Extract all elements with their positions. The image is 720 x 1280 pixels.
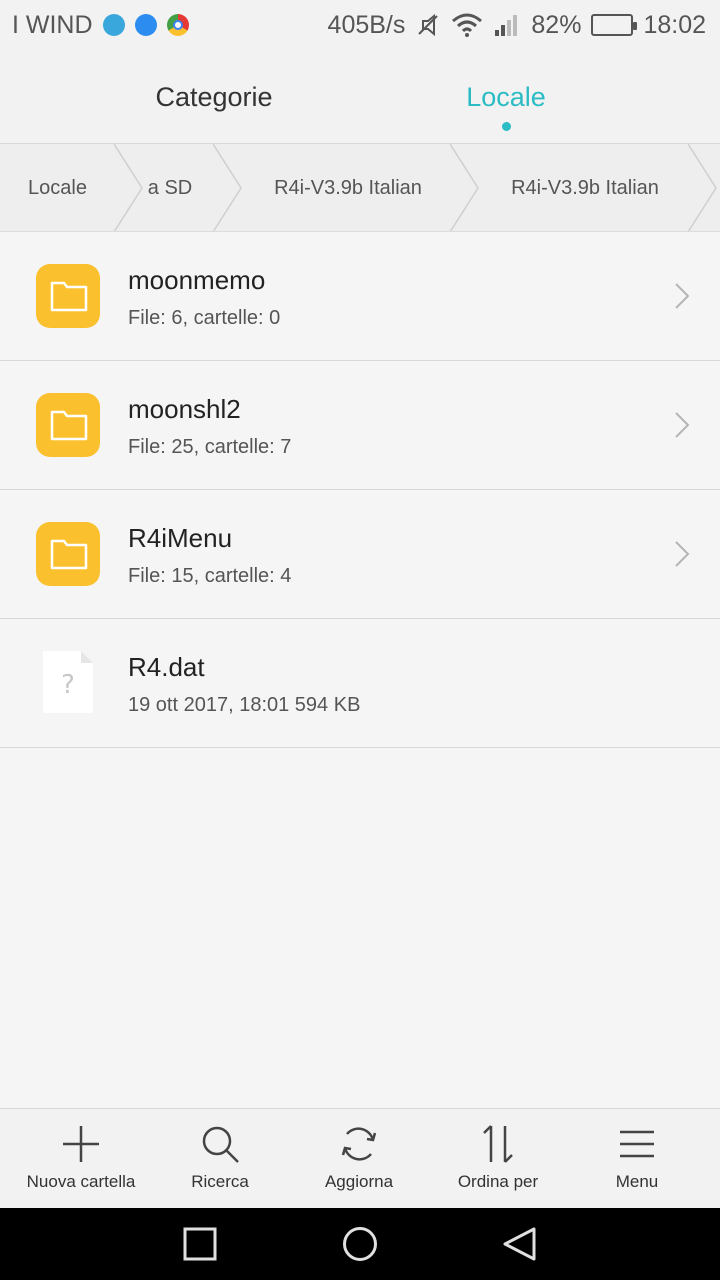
refresh-label: Aggiorna — [324, 1172, 394, 1191]
svg-text:?: ? — [61, 670, 75, 700]
new-folder-button[interactable]: Nuova cartella — [9, 1109, 153, 1209]
item-detail: File: 6, cartelle: 0 — [128, 307, 281, 329]
home-icon[interactable] — [342, 1226, 378, 1262]
file-list: moonmemo File: 6, cartelle: 0 moonshl2 F… — [0, 232, 720, 748]
list-item[interactable]: R4iMenu File: 15, cartelle: 4 — [0, 490, 720, 619]
clock: 18:02 — [643, 10, 706, 39]
breadcrumb-item-locale[interactable]: Locale — [0, 144, 115, 231]
tab-bar: Categorie Locale — [0, 50, 720, 144]
search-icon — [202, 1126, 239, 1163]
item-name: R4iMenu — [128, 523, 233, 553]
system-nav-bar — [0, 1208, 720, 1280]
folder-icon — [36, 393, 100, 457]
breadcrumb: Locale a SD R4i-V3.9b Italian R4i-V3.9b … — [0, 144, 720, 232]
signal-icon — [495, 15, 518, 36]
menu-button[interactable]: Menu — [565, 1109, 709, 1209]
back-icon[interactable] — [502, 1226, 538, 1262]
item-detail: File: 25, cartelle: 7 — [128, 436, 292, 458]
item-detail: File: 15, cartelle: 4 — [128, 565, 292, 587]
breadcrumb-label: R4i-V3.9b Italian — [274, 176, 422, 199]
breadcrumb-label: R4i-V3.9b Italian — [511, 176, 659, 199]
battery-percent: 82% — [531, 10, 582, 39]
tab-locale-label: Locale — [466, 81, 546, 112]
telegram-icon — [102, 14, 125, 36]
recents-icon[interactable] — [182, 1226, 218, 1262]
breadcrumb-item-folder-2[interactable]: R4i-V3.9b Italian — [485, 144, 685, 231]
sort-icon — [483, 1125, 513, 1163]
breadcrumb-separator-icon — [688, 144, 717, 231]
chevron-right-icon — [675, 283, 690, 309]
tab-locale[interactable]: Locale — [396, 50, 616, 144]
refresh-button[interactable]: Aggiorna — [287, 1109, 431, 1209]
menu-label: Menu — [615, 1172, 659, 1191]
item-name: moonmemo — [128, 265, 266, 295]
carrier-label: I WIND — [12, 10, 93, 39]
breadcrumb-label: Locale — [28, 176, 87, 199]
menu-icon — [620, 1130, 654, 1158]
mute-icon — [418, 13, 439, 37]
active-tab-indicator — [501, 122, 511, 131]
new-folder-label: Nuova cartella — [26, 1172, 136, 1191]
list-item[interactable]: ? R4.dat 19 ott 2017, 18:01 594 KB — [0, 619, 720, 748]
tab-categorie-label: Categorie — [155, 81, 273, 112]
wifi-icon — [452, 13, 483, 37]
messenger-icon — [134, 14, 157, 36]
sort-label: Ordina per — [457, 1172, 539, 1191]
tab-categorie[interactable]: Categorie — [104, 50, 324, 144]
chevron-right-icon — [675, 412, 690, 438]
refresh-icon — [341, 1127, 377, 1161]
battery-icon — [591, 14, 638, 36]
bottom-toolbar: Nuova cartella Ricerca Aggiorna Ordina p… — [0, 1108, 720, 1208]
breadcrumb-label: a SD — [147, 176, 193, 199]
breadcrumb-separator-icon — [450, 144, 479, 231]
sort-button[interactable]: Ordina per — [426, 1109, 570, 1209]
chevron-right-icon — [675, 541, 690, 567]
folder-icon — [36, 522, 100, 586]
chrome-icon — [166, 14, 189, 36]
item-detail: 19 ott 2017, 18:01 594 KB — [128, 694, 361, 716]
item-name: moonshl2 — [128, 394, 241, 424]
breadcrumb-separator-icon — [213, 144, 242, 231]
plus-icon — [63, 1126, 99, 1162]
breadcrumb-item-sd[interactable]: a SD — [130, 144, 210, 231]
net-speed: 405B/s — [327, 10, 406, 39]
list-item[interactable]: moonmemo File: 6, cartelle: 0 — [0, 232, 720, 361]
breadcrumb-item-folder-1[interactable]: R4i-V3.9b Italian — [248, 144, 448, 231]
folder-icon — [36, 264, 100, 328]
search-label: Ricerca — [191, 1172, 249, 1191]
search-button[interactable]: Ricerca — [148, 1109, 292, 1209]
list-item[interactable]: moonshl2 File: 25, cartelle: 7 — [0, 361, 720, 490]
item-name: R4.dat — [128, 652, 205, 682]
unknown-file-icon: ? — [43, 651, 93, 713]
status-bar: I WIND 405B/s 82% 18:02 — [0, 0, 720, 50]
